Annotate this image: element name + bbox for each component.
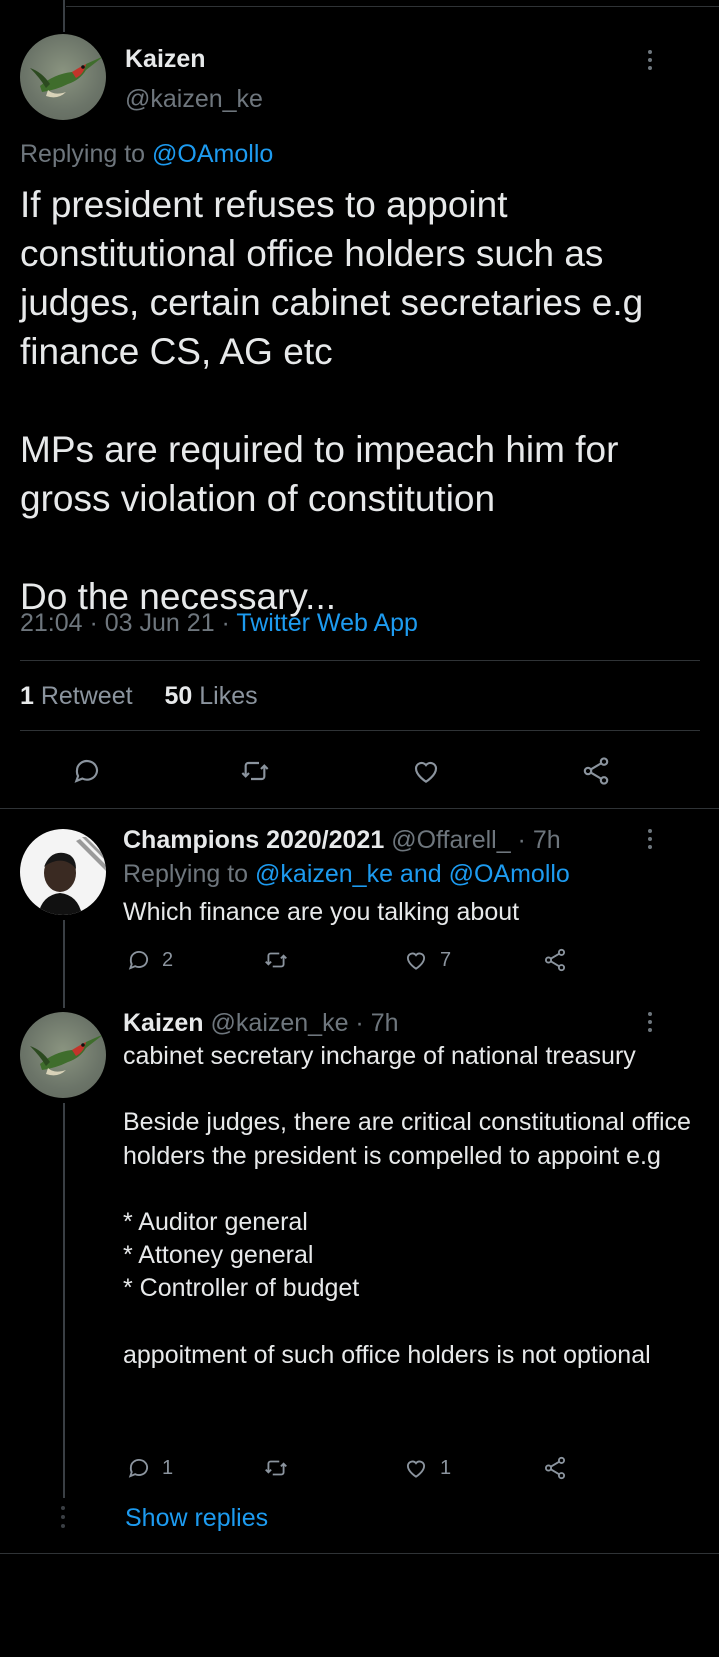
main-tweet-divider: [0, 808, 719, 809]
share-icon: [544, 1456, 566, 1480]
retweet-stat[interactable]: 1 Retweet: [20, 682, 133, 710]
stats-row: 1 Retweet 50 Likes: [20, 682, 258, 711]
thread-line-reply: [63, 1103, 65, 1498]
author-handle-time[interactable]: @Offarell_ · 7h: [384, 826, 560, 854]
retweet-button[interactable]: [238, 755, 272, 787]
reply-text: Which finance are you talking about: [123, 898, 520, 926]
timestamp-line: 21:04 · 03 Jun 21 · Twitter Web App: [20, 609, 418, 638]
replying-prefix: Replying to: [20, 140, 153, 168]
show-replies-link[interactable]: Show replies: [125, 1504, 268, 1533]
like-icon: [406, 952, 426, 970]
reply-button[interactable]: 2: [126, 947, 173, 973]
author-handle[interactable]: @kaizen_ke: [125, 85, 263, 114]
replying-to-line: Replying to @kaizen_ke and @OAmollo: [123, 860, 570, 889]
reply-text: cabinet secretary incharge of national t…: [123, 1042, 691, 1369]
like-count: 1: [440, 1456, 452, 1479]
reply-header: Champions 2020/2021 @Offarell_ · 7h: [123, 826, 561, 855]
thread-line-reply: [63, 920, 65, 1008]
share-button[interactable]: [580, 755, 612, 787]
avatar[interactable]: [20, 34, 106, 120]
reply-icon: [128, 1459, 149, 1478]
share-icon: [544, 948, 566, 972]
reply-count: 2: [162, 948, 174, 971]
share-button[interactable]: [542, 947, 568, 973]
bottom-divider: [0, 1553, 719, 1554]
reply-button[interactable]: [71, 755, 103, 787]
retweet-icon: [265, 952, 287, 968]
like-label: Likes: [192, 682, 258, 710]
likes-stat[interactable]: 50 Likes: [164, 682, 257, 710]
retweet-button[interactable]: [262, 947, 290, 973]
like-button[interactable]: 1: [402, 1455, 451, 1481]
replying-prefix: Replying to: [123, 860, 256, 888]
like-icon: [414, 761, 438, 783]
hummingbird-avatar-icon: [30, 56, 104, 98]
retweet-button[interactable]: [262, 1455, 290, 1481]
hummingbird-avatar-icon: [30, 1034, 104, 1076]
replying-to-mention[interactable]: @OAmollo: [152, 140, 273, 168]
author-name[interactable]: Champions 2020/2021: [123, 826, 384, 854]
retweet-count: 1: [20, 682, 34, 710]
avatar[interactable]: [20, 829, 106, 915]
like-count: 7: [440, 948, 452, 971]
reply-header: Kaizen @kaizen_ke · 7h: [123, 1009, 399, 1038]
tweet-text: If president refuses to appoint constitu…: [20, 184, 644, 617]
stats-divider-bottom: [20, 730, 700, 731]
like-icon: [406, 1460, 426, 1478]
reply-icon: [128, 951, 149, 970]
source-link[interactable]: Twitter Web App: [236, 609, 418, 637]
replying-to-mention[interactable]: @kaizen_ke and @OAmollo: [255, 860, 570, 888]
retweet-label: Retweet: [33, 682, 133, 710]
timestamp[interactable]: 21:04 · 03 Jun 21 ·: [20, 609, 236, 637]
replying-to-line: Replying to @OAmollo: [20, 140, 273, 169]
like-button[interactable]: 7: [402, 947, 451, 973]
more-icon[interactable]: [647, 829, 653, 853]
author-name[interactable]: Kaizen: [123, 1009, 204, 1037]
author-name[interactable]: Kaizen: [125, 45, 206, 74]
reply-button[interactable]: 1: [126, 1455, 173, 1481]
like-count: 50: [164, 682, 193, 710]
thread-dots-icon: [61, 1506, 65, 1528]
avatar[interactable]: [20, 1012, 106, 1098]
profile-photo-icon: [38, 837, 106, 915]
share-button[interactable]: [542, 1455, 568, 1481]
share-icon: [583, 757, 609, 785]
thread-line-top: [63, 0, 65, 32]
stats-divider-top: [20, 660, 700, 661]
more-icon[interactable]: [647, 1012, 653, 1036]
retweet-icon: [241, 761, 269, 781]
retweet-icon: [265, 1460, 287, 1476]
reply-icon: [74, 759, 99, 783]
like-button[interactable]: [409, 755, 443, 787]
reply-count: 1: [162, 1456, 174, 1479]
more-icon[interactable]: [647, 50, 653, 74]
author-handle-time[interactable]: @kaizen_ke · 7h: [204, 1009, 399, 1037]
top-divider: [66, 6, 719, 7]
